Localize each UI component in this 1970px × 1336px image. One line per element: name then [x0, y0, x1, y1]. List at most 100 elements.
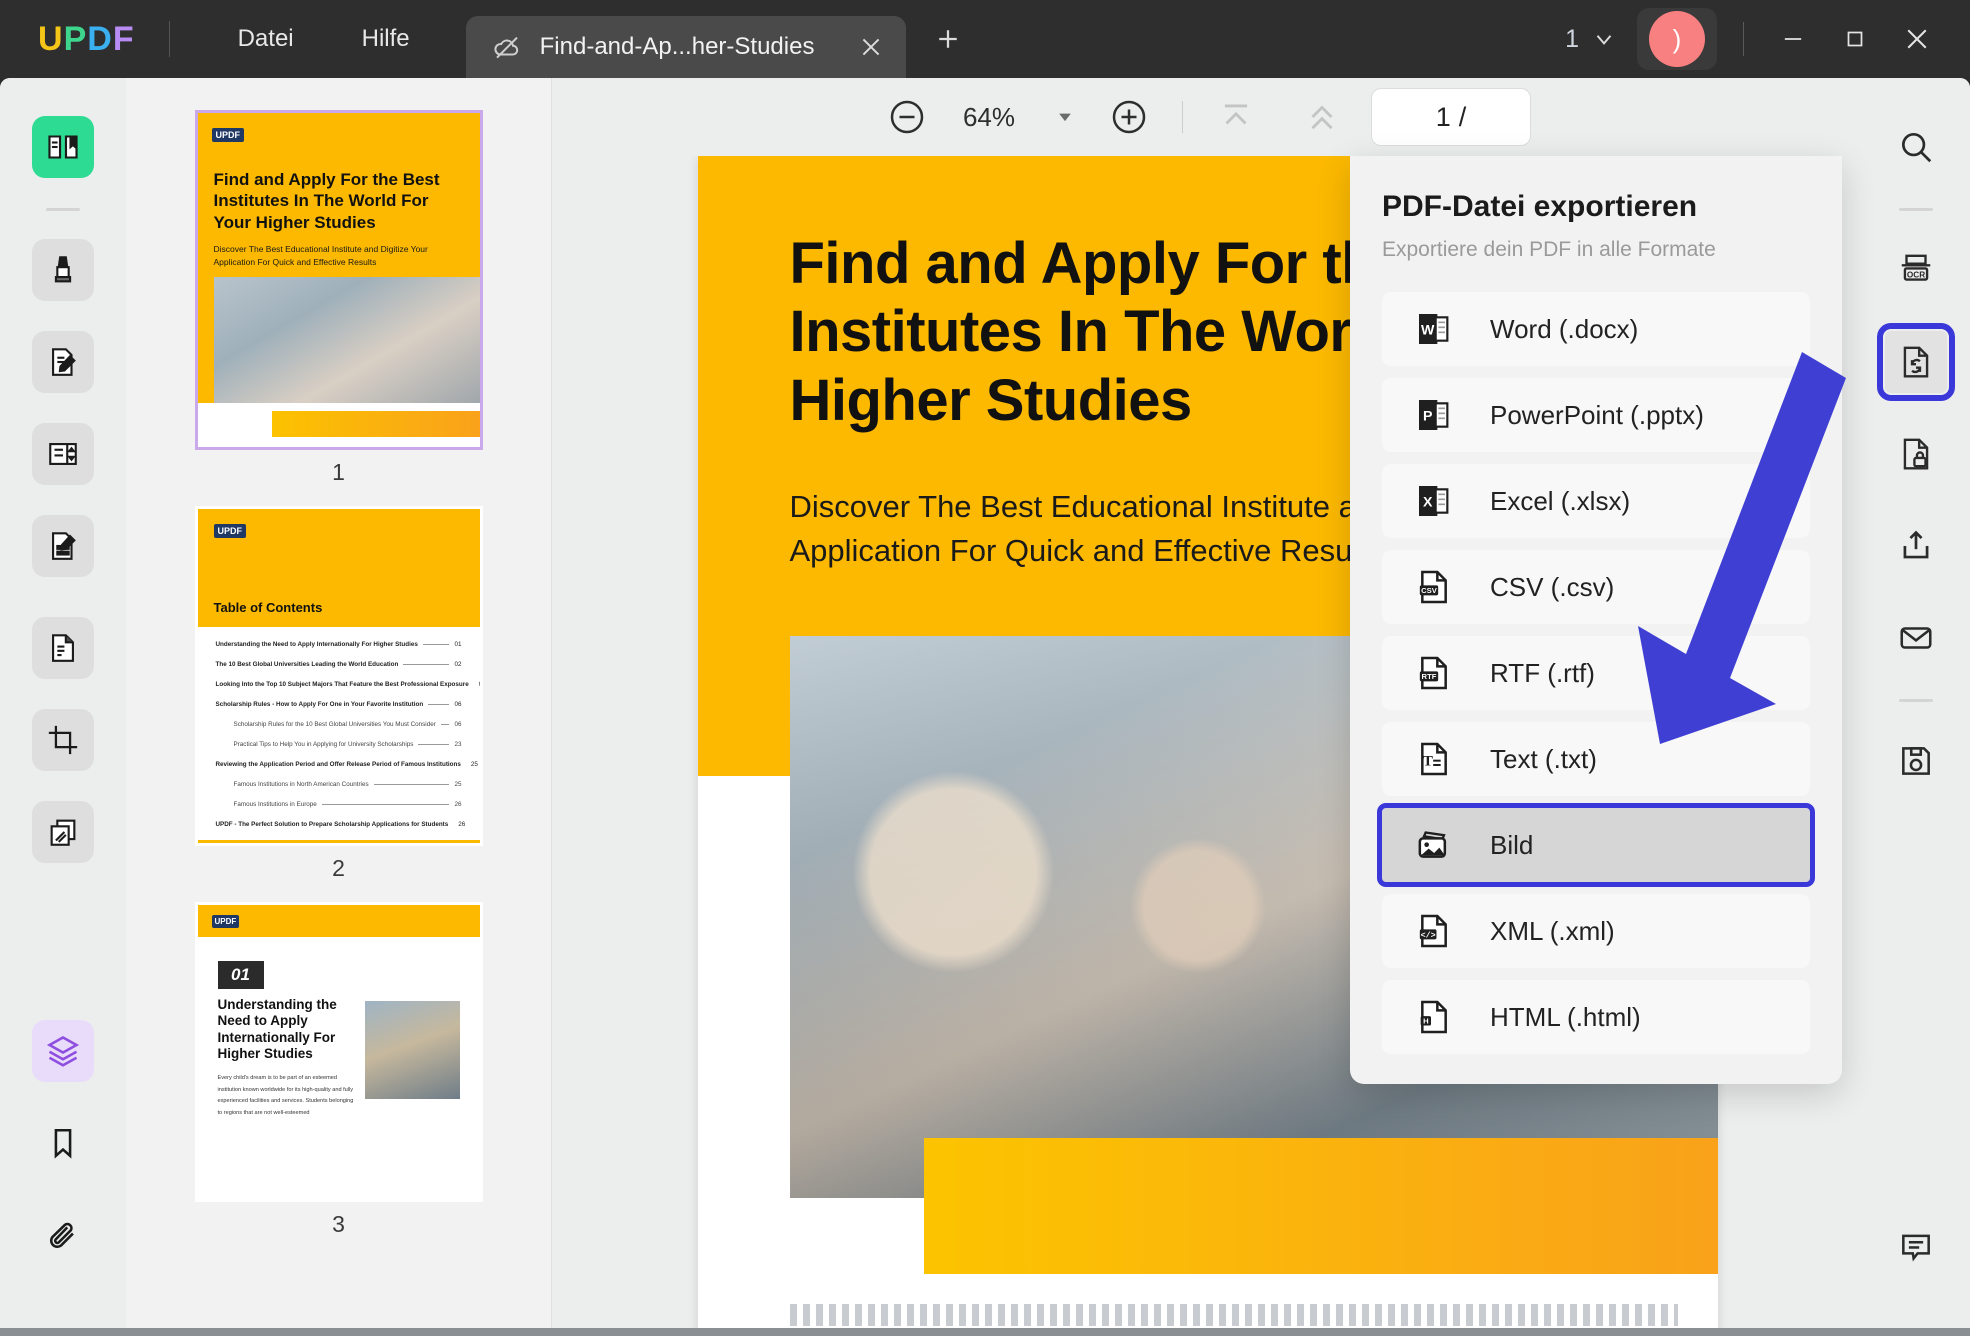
previous-page-icon[interactable]: [1299, 94, 1345, 140]
sidebar-item-sign[interactable]: [32, 515, 94, 577]
sidebar-item-organize[interactable]: [32, 617, 94, 679]
thumbnail-number: 2: [332, 855, 345, 881]
svg-text:P: P: [1423, 409, 1432, 425]
export-html[interactable]: H HTML (.html): [1382, 980, 1810, 1054]
toc-label: Famous Institutions in Europe: [233, 801, 317, 808]
window-controls: 1 ): [1565, 8, 1970, 70]
logo-letter-d: D: [87, 19, 113, 58]
close-icon[interactable]: [1886, 8, 1948, 70]
rtf-file-icon: RTF: [1414, 653, 1454, 693]
svg-text:W: W: [1421, 323, 1435, 339]
sidebar-item-compare[interactable]: [32, 801, 94, 863]
page-header-band: UPDF Table of Contents: [197, 509, 480, 627]
menu-hilfe[interactable]: Hilfe: [328, 11, 444, 67]
caret-down-icon[interactable]: [1054, 106, 1076, 128]
svg-text:X: X: [1423, 495, 1433, 511]
zoom-level[interactable]: 64%: [950, 102, 1028, 133]
export-excel[interactable]: X Excel (.xlsx): [1382, 464, 1810, 538]
share-button[interactable]: [1885, 515, 1947, 577]
thumbnail-orange-band: [271, 411, 480, 437]
avatar: ): [1649, 11, 1705, 67]
chevron-down-icon[interactable]: [1591, 26, 1617, 52]
logo-letter-u: U: [38, 19, 64, 58]
mail-button[interactable]: [1885, 607, 1947, 669]
toc-row: UPDF - The Perfect Solution to Prepare S…: [216, 821, 466, 828]
thumbnail-paragraph: Every child's dream is to be part of an …: [217, 1074, 354, 1117]
tab-close-icon[interactable]: [854, 30, 888, 64]
toc-leader: [422, 644, 450, 645]
thumbnail-page-preview[interactable]: UPDF 01 Understanding the Need to Apply …: [194, 902, 483, 1202]
export-word[interactable]: W Word (.docx): [1382, 292, 1810, 366]
sidebar-item-crop[interactable]: [32, 709, 94, 771]
convert-button[interactable]: [1877, 323, 1955, 401]
toc-label: Famous Institutions in North American Co…: [233, 781, 369, 788]
toc-row: Scholarship Rules - How to Apply For One…: [216, 701, 462, 708]
page-bottom-text: [789, 1304, 1678, 1326]
export-csv[interactable]: CSV CSV (.csv): [1382, 550, 1810, 624]
thumbnail-page-preview[interactable]: UPDF Table of Contents Understanding the…: [194, 506, 483, 846]
thumbnail-2[interactable]: UPDF Table of Contents Understanding the…: [194, 506, 483, 882]
export-image[interactable]: Bild: [1377, 803, 1815, 887]
avatar-button[interactable]: ): [1637, 8, 1717, 70]
rail-separator: [46, 208, 80, 211]
rail-separator: [1899, 208, 1933, 211]
page-separator: /: [1458, 101, 1467, 132]
save-button[interactable]: [1885, 730, 1947, 792]
export-format-label: XML (.xml): [1490, 915, 1615, 946]
export-rtf[interactable]: RTF RTF (.rtf): [1382, 636, 1810, 710]
sidebar-item-reader[interactable]: [32, 116, 94, 178]
export-xml[interactable]: </> XML (.xml): [1382, 894, 1810, 968]
sidebar-item-edit[interactable]: [32, 331, 94, 393]
thumbnail-number: 1: [332, 459, 345, 485]
window-bottom-strip: [0, 1328, 1970, 1336]
svg-text:OCR: OCR: [1907, 270, 1925, 279]
sidebar-item-annotate[interactable]: [32, 239, 94, 301]
minus-circle-icon[interactable]: [884, 94, 930, 140]
first-page-icon[interactable]: [1213, 94, 1259, 140]
export-text[interactable]: T Text (.txt): [1382, 722, 1810, 796]
toc-leader: [321, 804, 450, 805]
page-header-band: UPDF: [197, 113, 480, 157]
thumbnail-number: 3: [332, 1211, 345, 1237]
toc-page: 06: [454, 701, 462, 708]
sidebar-item-attachments[interactable]: [32, 1204, 94, 1266]
thumbnail-content: Find and Apply For the Best Institutes I…: [197, 157, 480, 435]
comment-button[interactable]: [1885, 1216, 1947, 1278]
view-toolbar: 64% 1 /: [553, 78, 1862, 156]
toc-page: 26: [458, 821, 466, 828]
new-tab-icon[interactable]: [926, 17, 970, 61]
document-tab[interactable]: Find-and-Ap...her-Studies: [465, 16, 906, 78]
minimize-icon[interactable]: [1762, 8, 1824, 70]
updf-logo: U P D F: [38, 20, 135, 59]
protect-button[interactable]: [1885, 423, 1947, 485]
sidebar-item-form[interactable]: [32, 423, 94, 485]
right-toolbar-bottom: [1862, 1216, 1970, 1308]
sidebar-item-bookmarks[interactable]: [32, 1112, 94, 1174]
export-powerpoint[interactable]: P PowerPoint (.pptx): [1382, 378, 1810, 452]
toc-row: Practical Tips to Help You in Applying f…: [216, 741, 462, 748]
toc-leader: [403, 664, 450, 665]
html-file-icon: H: [1414, 997, 1454, 1037]
sidebar-item-layers[interactable]: [32, 1020, 94, 1082]
svg-text:CSV: CSV: [1421, 586, 1438, 595]
thumbnail-1[interactable]: UPDF Find and Apply For the Best Institu…: [194, 110, 483, 486]
page-footer-band: [923, 1138, 1718, 1274]
menu-datei[interactable]: Datei: [204, 11, 328, 67]
toc-row: Understanding the Need to Apply Internat…: [216, 641, 462, 648]
thumbnail-page-preview[interactable]: UPDF Find and Apply For the Best Institu…: [194, 110, 483, 450]
maximize-icon[interactable]: [1824, 8, 1886, 70]
thumbnail-title: Find and Apply For the Best Institutes I…: [213, 170, 440, 232]
page-thumbnail-panel[interactable]: UPDF Find and Apply For the Best Institu…: [126, 78, 552, 1336]
window-count: 1: [1565, 24, 1579, 53]
toc-label: Reviewing the Application Period and Off…: [215, 761, 461, 768]
toc-row: The 10 Best Global Universities Leading …: [216, 661, 462, 668]
search-button[interactable]: [1885, 116, 1947, 178]
ocr-button[interactable]: OCR: [1885, 239, 1947, 301]
export-format-label: Bild: [1490, 829, 1534, 860]
plus-circle-icon[interactable]: [1106, 94, 1152, 140]
thumbnail-3[interactable]: UPDF 01 Understanding the Need to Apply …: [194, 902, 483, 1238]
toc-row: Looking Into the Top 10 Subject Majors T…: [216, 681, 480, 688]
page-number-input[interactable]: 1 /: [1371, 88, 1531, 146]
chapter-number: 01: [217, 961, 264, 989]
toc-leader: [373, 784, 450, 785]
